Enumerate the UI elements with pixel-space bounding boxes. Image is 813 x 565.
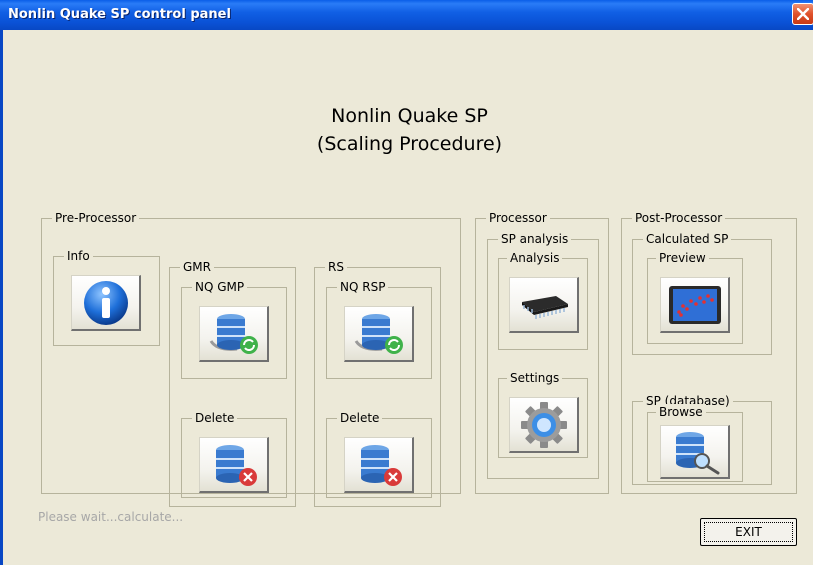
client-area: Nonlin Quake SP (Scaling Procedure) Pre-… [0, 30, 813, 565]
settings-group: Settings [498, 370, 588, 458]
preview-label: Preview [656, 250, 709, 266]
info-label: Info [64, 248, 93, 264]
gmr-label: GMR [180, 259, 214, 275]
close-icon [797, 8, 809, 20]
info-group: Info [53, 248, 160, 346]
settings-label: Settings [507, 370, 563, 386]
processor-label: Processor [486, 210, 550, 226]
preview-group: Preview [647, 250, 743, 344]
sp-analysis-group: SP analysis Analysis Settings [487, 231, 599, 479]
rs-group: RS NQ RSP Delete [314, 259, 441, 507]
chip-icon [521, 295, 568, 319]
browse-label: Browse [656, 404, 706, 420]
info-button[interactable] [71, 275, 141, 331]
database-refresh-icon [209, 313, 258, 354]
focus-rectangle [704, 522, 793, 542]
calculated-sp-label: Calculated SP [643, 231, 732, 247]
gear-icon [520, 401, 567, 448]
nq-rsp-label: NQ RSP [337, 279, 389, 295]
close-button[interactable] [792, 3, 813, 25]
database-search-icon [675, 431, 719, 474]
rs-delete-button[interactable] [344, 437, 414, 493]
gmr-delete-group: Delete [181, 410, 287, 498]
calculated-sp-group: Calculated SP Preview [632, 231, 772, 355]
nq-gmp-group: NQ GMP [181, 279, 287, 379]
sp-analysis-label: SP analysis [498, 231, 572, 247]
database-delete-icon [360, 444, 402, 486]
browse-button[interactable] [660, 425, 730, 479]
database-refresh-icon [354, 313, 403, 354]
preview-button[interactable] [660, 277, 730, 333]
nq-rsp-group: NQ RSP [326, 279, 432, 379]
title-bar[interactable]: Nonlin Quake SP control panel [0, 0, 813, 30]
app-subheading: (Scaling Procedure) [316, 133, 503, 155]
control-panel-window: Nonlin Quake SP control panel Nonlin Qua… [0, 0, 813, 565]
nq-rsp-button[interactable] [344, 306, 414, 362]
scatter-chart-icon [668, 285, 721, 324]
status-text: Please wait...calculate... [38, 510, 184, 524]
processor-group: Processor SP analysis Analysis Settings [475, 210, 609, 494]
nq-gmp-label: NQ GMP [192, 279, 248, 295]
pre-processor-group: Pre-Processor Info GMR NQ GMP Delete RS … [41, 210, 461, 507]
settings-button[interactable] [509, 397, 579, 453]
gmr-group: GMR NQ GMP Delete [169, 259, 296, 507]
rs-delete-group: Delete [326, 410, 432, 498]
gmr-delete-label: Delete [192, 410, 238, 426]
analysis-group: Analysis [498, 250, 588, 350]
gmr-delete-button[interactable] [199, 437, 269, 493]
app-heading: Nonlin Quake SP [331, 105, 488, 127]
analysis-label: Analysis [507, 250, 563, 266]
rs-delete-label: Delete [337, 410, 383, 426]
rs-label: RS [325, 259, 347, 275]
sp-database-group: SP (database) Browse [632, 393, 772, 485]
nq-gmp-button[interactable] [199, 306, 269, 362]
post-processor-label: Post-Processor [632, 210, 726, 226]
database-delete-icon [215, 444, 257, 486]
post-processor-group: Post-Processor Calculated SP Preview SP … [621, 210, 797, 494]
info-icon [83, 280, 128, 325]
analysis-button[interactable] [509, 277, 579, 333]
browse-group: Browse [647, 404, 743, 482]
pre-processor-label: Pre-Processor [52, 210, 140, 226]
window-title: Nonlin Quake SP control panel [8, 7, 231, 22]
exit-button[interactable]: EXIT [700, 518, 797, 546]
